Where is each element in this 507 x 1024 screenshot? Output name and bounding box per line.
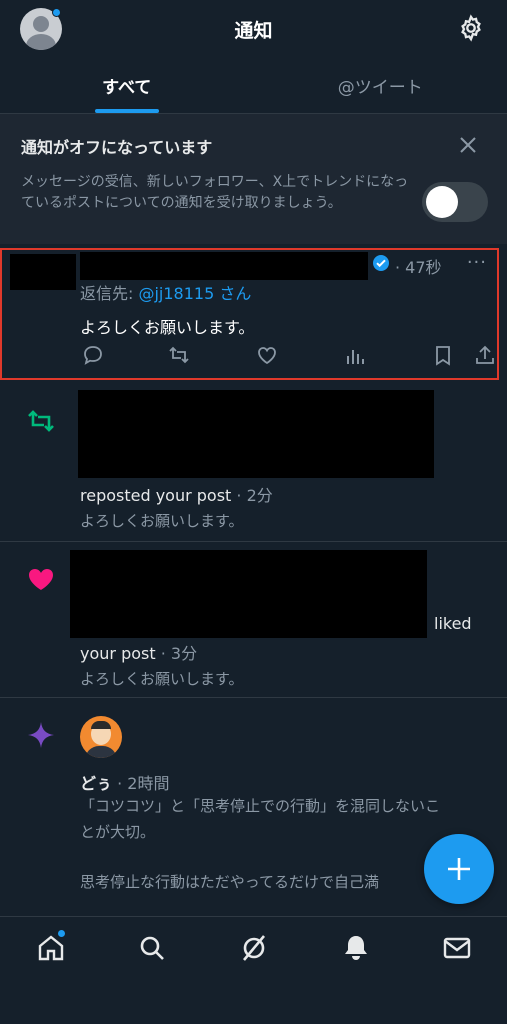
reply-handle-link[interactable]: @jj18115 さん	[138, 284, 251, 303]
page-title: 通知	[234, 19, 273, 42]
grok-icon[interactable]	[239, 933, 269, 963]
avatar-body	[26, 34, 56, 50]
redacted-user-info	[78, 390, 434, 478]
reply-icon[interactable]	[82, 344, 104, 366]
reposted-post-text: よろしくお願いします。	[80, 512, 244, 530]
like-notification[interactable]: liked your post · 3分 よろしくお願いします。	[0, 542, 507, 698]
author-meta: どぅ · 2時間	[80, 774, 170, 793]
author-avatar[interactable]	[80, 716, 122, 758]
verified-badge-icon	[373, 255, 389, 271]
liked-post-text: よろしくお願いします。	[80, 670, 244, 688]
banner-title: 通知がオフになっています	[21, 138, 213, 157]
search-icon[interactable]	[137, 933, 167, 963]
home-notification-dot	[57, 929, 66, 938]
plus-icon	[448, 858, 470, 880]
banner-description: メッセージの受信、新しいフォロワー、X上でトレンドになっているポストについての通…	[21, 174, 409, 211]
repost-icon[interactable]	[168, 344, 190, 366]
toggle-knob	[426, 186, 458, 218]
analytics-icon[interactable]	[344, 344, 366, 366]
redacted-user-info	[70, 550, 427, 638]
reply-prefix: 返信先:	[80, 284, 139, 303]
sparkle-icon	[28, 722, 54, 748]
tab-mentions[interactable]: @ツイート	[254, 58, 507, 113]
top-bar: 通知	[0, 0, 507, 58]
heart-icon	[29, 569, 53, 590]
notifications-bell-icon[interactable]	[341, 933, 371, 963]
redacted-avatar	[10, 254, 76, 288]
post-line-1: 「コツコツ」と「思考停止での行動」を混同しないこ	[80, 797, 441, 815]
avatar-suit	[85, 746, 117, 758]
repost-meta: reposted your post · 2分	[80, 486, 273, 505]
notifications-toggle[interactable]	[422, 182, 488, 222]
post-text: よろしくお願いします。	[80, 318, 255, 337]
more-options-icon[interactable]: ···	[467, 252, 487, 273]
tab-all[interactable]: すべて	[0, 58, 254, 113]
settings-gear-icon[interactable]	[457, 14, 485, 42]
repost-icon	[28, 410, 54, 432]
avatar-notification-dot	[52, 8, 61, 17]
bottom-navigation	[0, 916, 507, 1024]
post-time: · 47秒	[395, 258, 442, 277]
compose-post-button[interactable]	[424, 834, 494, 904]
like-meta: your post · 3分	[80, 644, 198, 663]
post-actions	[80, 344, 498, 368]
avatar-head	[33, 16, 49, 32]
liked-label: liked	[434, 614, 472, 633]
close-icon[interactable]	[459, 136, 477, 154]
reply-notification[interactable]: · 47秒 ··· 返信先: @jj18115 さん よろしくお願いします。	[0, 248, 499, 380]
redacted-username	[80, 252, 368, 280]
reply-to-line: 返信先: @jj18115 さん	[80, 280, 251, 304]
notifications-off-banner: 通知がオフになっています メッセージの受信、新しいフォロワー、X上でトレンドにな…	[0, 114, 507, 244]
bookmark-icon[interactable]	[432, 344, 454, 366]
like-heart-icon[interactable]	[256, 344, 278, 366]
avatar-hair	[91, 721, 111, 729]
notification-tabs: すべて @ツイート	[0, 58, 507, 114]
share-icon[interactable]	[474, 344, 496, 366]
repost-notification[interactable]: reposted your post · 2分 よろしくお願いします。	[0, 382, 507, 542]
redacted-avatar-lower	[10, 286, 76, 290]
messages-mail-icon[interactable]	[442, 933, 472, 963]
